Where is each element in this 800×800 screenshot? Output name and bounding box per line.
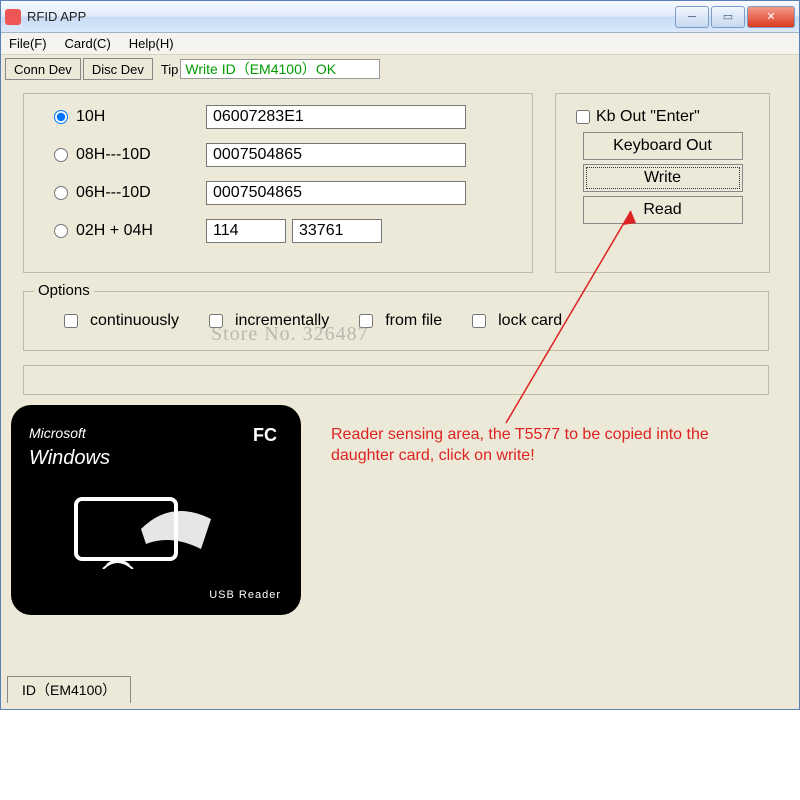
format-value-04h[interactable] [292, 219, 382, 243]
format-row-06h: 06H---10D [54, 178, 532, 208]
bottom-tab-bar: ID（EM4100） [7, 676, 131, 703]
close-button[interactable]: ✕ [747, 6, 795, 28]
format-radio-10h[interactable] [54, 110, 68, 124]
format-radio-06h[interactable] [54, 186, 68, 200]
actions-group: Kb Out "Enter" Keyboard Out Write Read [555, 93, 770, 273]
tip-field: Write ID（EM4100）OK [180, 59, 380, 79]
format-value-06h[interactable] [206, 181, 466, 205]
rfid-card-icon [71, 479, 221, 569]
opt-continuously-checkbox[interactable] [64, 314, 78, 328]
keyboard-out-button[interactable]: Keyboard Out [583, 132, 743, 160]
annotation-text: Reader sensing area, the T5577 to be cop… [331, 425, 771, 467]
opt-fromfile-label: from file [385, 312, 442, 330]
format-label-02h04h: 02H + 04H [76, 222, 206, 240]
title-bar[interactable]: RFID APP ─ ▭ ✕ [1, 1, 799, 33]
format-radio-02h04h[interactable] [54, 224, 68, 238]
id-formats-group: 10H 08H---10D 06H---10D 02H + 04H [23, 93, 533, 273]
app-window: RFID APP ─ ▭ ✕ File(F) Card(C) Help(H) C… [0, 0, 800, 710]
kb-enter-checkbox[interactable] [576, 110, 590, 124]
format-row-08h: 08H---10D [54, 140, 532, 170]
format-value-08h[interactable] [206, 143, 466, 167]
bottom-tab[interactable]: ID（EM4100） [7, 676, 131, 703]
kb-enter-label: Kb Out "Enter" [596, 108, 700, 126]
maximize-button[interactable]: ▭ [711, 6, 745, 28]
format-radio-08h[interactable] [54, 148, 68, 162]
window-title: RFID APP [27, 9, 673, 24]
format-value-02h[interactable] [206, 219, 286, 243]
options-group: Options continuously incrementally from … [23, 291, 769, 351]
format-label-08h: 08H---10D [76, 146, 206, 164]
menu-help[interactable]: Help(H) [125, 36, 178, 51]
reader-brand-big: Windows [29, 447, 283, 470]
opt-continuously-label: continuously [90, 312, 179, 330]
tool-bar: Conn Dev Disc Dev Tip Write ID（EM4100）OK [1, 55, 799, 83]
options-row: continuously incrementally from file loc… [24, 292, 768, 350]
read-button[interactable]: Read [583, 196, 743, 224]
opt-lockcard-checkbox[interactable] [472, 314, 486, 328]
format-row-10h: 10H [54, 102, 532, 132]
disconnect-device-button[interactable]: Disc Dev [83, 58, 153, 80]
app-icon [5, 9, 21, 25]
menu-bar: File(F) Card(C) Help(H) [1, 33, 799, 55]
minimize-button[interactable]: ─ [675, 6, 709, 28]
fc-logo-icon: FC [253, 425, 277, 446]
reader-photo: Microsoft Windows FC USB Reader [11, 405, 301, 615]
options-legend: Options [34, 282, 94, 299]
format-row-02h04h: 02H + 04H [54, 216, 532, 246]
kb-enter-row: Kb Out "Enter" [576, 108, 769, 126]
client-area: 10H 08H---10D 06H---10D 02H + 04H [1, 83, 799, 709]
connect-device-button[interactable]: Conn Dev [5, 58, 81, 80]
menu-card[interactable]: Card(C) [61, 36, 115, 51]
reader-label: USB Reader [209, 589, 281, 601]
tip-label: Tip [161, 62, 179, 77]
format-value-10h[interactable] [206, 105, 466, 129]
reader-brand-small: Microsoft [29, 425, 283, 441]
opt-lockcard-label: lock card [498, 312, 562, 330]
progress-group [23, 365, 769, 395]
watermark: Store No. 326487 [211, 323, 369, 346]
menu-file[interactable]: File(F) [5, 36, 51, 51]
write-button[interactable]: Write [583, 164, 743, 192]
window-controls: ─ ▭ ✕ [673, 6, 795, 28]
format-label-06h: 06H---10D [76, 184, 206, 202]
format-label-10h: 10H [76, 108, 206, 126]
